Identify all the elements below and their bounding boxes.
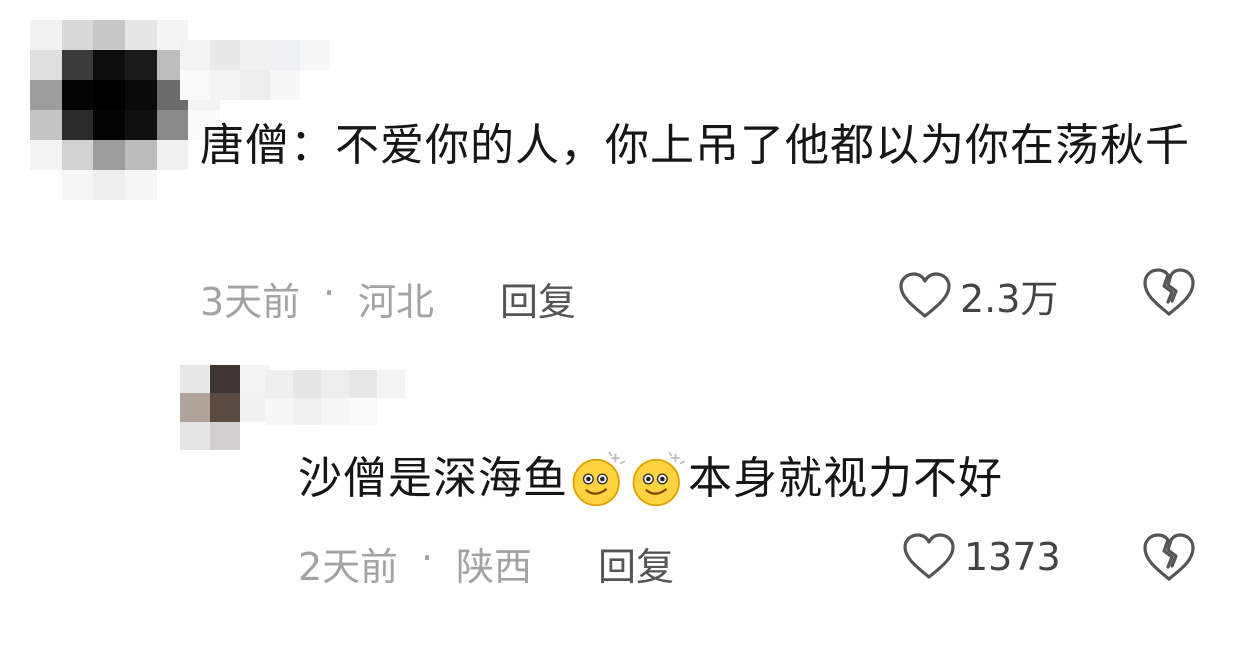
- mosaic-cell: [93, 110, 125, 140]
- mosaic-cell: [210, 70, 240, 100]
- comment-1-separator: ·: [323, 271, 336, 315]
- mosaic-cell: [61, 170, 94, 200]
- comment-1-like-button[interactable]: 2.3万: [898, 268, 1058, 323]
- mosaic-cell: [61, 110, 94, 140]
- comment-1-reply-button[interactable]: 回复: [500, 271, 576, 326]
- broken-heart-icon[interactable]: [1142, 268, 1196, 318]
- mosaic-cell: [124, 50, 157, 80]
- mosaic-cell: [124, 20, 157, 50]
- mosaic-cell: [240, 40, 270, 70]
- comment-2-reply-button[interactable]: 回复: [598, 536, 674, 591]
- mosaic-cell: [61, 140, 94, 170]
- mosaic-cell: [377, 370, 405, 398]
- mosaic-cell: [124, 80, 157, 110]
- comment-1-time: 3天前: [200, 280, 301, 324]
- heart-outline-icon: [899, 271, 951, 318]
- mosaic-cell: [156, 170, 189, 200]
- mosaic-cell: [93, 50, 125, 80]
- mosaic-cell: [321, 370, 349, 398]
- mosaic-cell: [180, 421, 210, 450]
- mosaic-cell: [270, 40, 300, 70]
- comment-2-like-count: 1373: [964, 535, 1061, 579]
- mosaic-cell: [377, 397, 405, 425]
- mosaic-cell: [156, 140, 189, 170]
- mosaic-cell: [61, 20, 94, 50]
- mosaic-cell: [240, 421, 270, 450]
- mosaic-cell: [61, 50, 94, 80]
- commenter-2-avatar[interactable]: [180, 365, 270, 450]
- comment-2-text: 沙僧是深海鱼 本身就视力不好: [298, 448, 1198, 510]
- comment-2-time: 2天前: [298, 545, 399, 589]
- mosaic-cell: [321, 397, 349, 425]
- mosaic-cell: [265, 370, 293, 398]
- comment-1-like-count: 2.3万: [960, 277, 1059, 321]
- mosaic-cell: [293, 397, 321, 425]
- mosaic-cell: [210, 365, 240, 394]
- comment-2-text-start: 沙僧是深海鱼: [298, 453, 568, 504]
- broken-heart-icon[interactable]: [1142, 533, 1196, 583]
- mosaic-cell: [156, 110, 189, 140]
- mosaic-cell: [300, 40, 330, 70]
- mosaic-cell: [124, 140, 157, 170]
- comment-1-location: 河北: [358, 280, 435, 324]
- mosaic-cell: [210, 421, 240, 450]
- mosaic-cell: [180, 365, 210, 394]
- mosaic-cell: [180, 393, 210, 422]
- mosaic-cell: [124, 170, 157, 200]
- mosaic-cell: [300, 70, 330, 100]
- mosaic-cell: [30, 50, 62, 80]
- mosaic-cell: [30, 110, 62, 140]
- heart-outline-icon: [903, 533, 955, 579]
- mosaic-cell: [349, 370, 377, 398]
- mosaic-cell: [30, 140, 62, 170]
- mosaic-cell: [93, 80, 125, 110]
- comment-1-text: 唐僧：不爱你的人，你上吊了他都以为你在荡秋千: [200, 120, 1190, 171]
- mosaic-cell: [93, 140, 125, 170]
- comment-2-like-button[interactable]: 1373: [902, 533, 1061, 581]
- mosaic-cell: [210, 40, 240, 70]
- mosaic-cell: [210, 393, 240, 422]
- mosaic-cell: [30, 170, 62, 200]
- comment-2-text-end: 本身就视力不好: [688, 453, 1003, 504]
- mosaic-cell: [180, 70, 210, 100]
- mosaic-cell: [240, 70, 270, 100]
- comment-2-location: 陕西: [456, 545, 533, 589]
- mosaic-cell: [30, 80, 62, 110]
- comment-2-separator: ·: [421, 536, 434, 580]
- mosaic-cell: [124, 110, 157, 140]
- smiling-sparkle-emoji-icon: [572, 451, 626, 507]
- mosaic-cell: [293, 370, 321, 398]
- mosaic-cell: [349, 397, 377, 425]
- mosaic-cell: [30, 20, 62, 50]
- commenter-1-username[interactable]: [180, 40, 330, 100]
- mosaic-cell: [270, 70, 300, 100]
- commenter-2-username[interactable]: [265, 370, 405, 425]
- mosaic-cell: [265, 397, 293, 425]
- mosaic-cell: [180, 40, 210, 70]
- smiling-sparkle-emoji-icon: [632, 451, 686, 507]
- mosaic-cell: [93, 170, 125, 200]
- mosaic-cell: [93, 20, 125, 50]
- mosaic-cell: [61, 80, 94, 110]
